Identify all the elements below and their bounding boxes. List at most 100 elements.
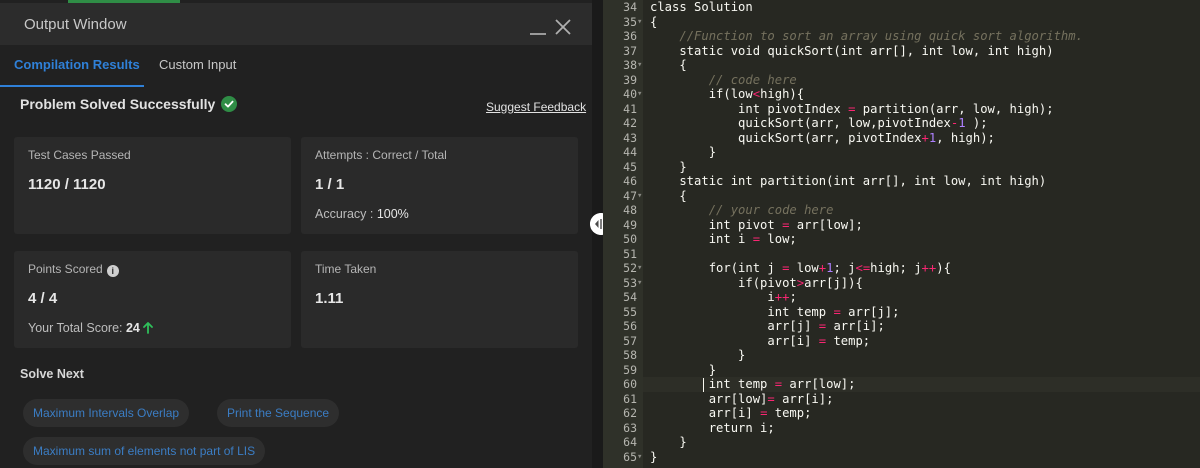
code-line[interactable]: arr[i] = temp;	[650, 406, 812, 421]
status-heading: Problem Solved Successfully	[20, 96, 238, 112]
output-window-header: Output Window	[0, 3, 592, 45]
code-line[interactable]: i++;	[650, 290, 796, 305]
fold-arrow-icon[interactable]: ▾	[637, 189, 642, 204]
fold-arrow-icon[interactable]: ▾	[637, 15, 642, 30]
fold-arrow-icon[interactable]: ▾	[637, 58, 642, 73]
code-line[interactable]: {	[650, 15, 657, 30]
line-number: 62	[623, 406, 637, 420]
tab-custom-input[interactable]: Custom Input	[159, 57, 236, 72]
code-line[interactable]: arr[low]= arr[i];	[650, 392, 834, 407]
code-line[interactable]: return i;	[650, 421, 775, 436]
code-line[interactable]: }	[650, 450, 657, 465]
line-number: 41	[623, 101, 637, 116]
line-number: 50	[623, 232, 637, 246]
test-cases-label: Test Cases Passed	[28, 148, 131, 162]
code-line[interactable]: {	[650, 189, 686, 204]
attempts-value: 1 / 1	[315, 176, 345, 193]
code-editor[interactable]: 34 35 ▾ 36 37 38 ▾ 39 40 ▾ 41 42 43 44 45 46 47 ▾ 48 49 50 51…	[603, 0, 1200, 468]
line-number: 46	[623, 174, 637, 188]
line-number: 39	[623, 72, 637, 87]
code-line[interactable]: }	[650, 145, 716, 160]
points-label-wrap: Points Scored i	[28, 262, 119, 277]
code-line[interactable]: // your code here	[650, 203, 834, 218]
code-line[interactable]: //Function to sort an array using quick …	[650, 29, 1083, 44]
line-number: 35	[623, 14, 637, 29]
line-number: 65	[623, 449, 637, 464]
output-window: Output Window Compilation Results Custom…	[0, 0, 592, 468]
line-number: 49	[623, 217, 637, 232]
attempts-label: Attempts : Correct / Total	[315, 148, 447, 162]
solve-next-heading: Solve Next	[20, 367, 84, 381]
code-line[interactable]: if(pivot>arr[j]){	[650, 276, 863, 291]
code-line[interactable]: }	[650, 435, 686, 450]
total-score-text: Your Total Score: 24	[28, 321, 153, 335]
line-number: 43	[623, 130, 637, 145]
active-tab-underline	[0, 85, 144, 87]
result-tabs: Compilation Results Custom Input	[0, 45, 592, 87]
test-cases-card: Test Cases Passed 1120 / 1120	[14, 137, 291, 234]
fold-arrow-icon[interactable]: ▾	[637, 450, 642, 465]
minimize-icon[interactable]	[530, 33, 546, 35]
status-text: Problem Solved Successfully	[20, 96, 216, 112]
fold-arrow-icon[interactable]: ▾	[637, 261, 642, 276]
line-number: 58	[623, 348, 637, 362]
line-number: 51	[623, 246, 637, 261]
code-line[interactable]: int pivotIndex = partition(arr, low, hig…	[650, 102, 1054, 117]
tab-compilation-results[interactable]: Compilation Results	[14, 57, 140, 72]
code-line[interactable]: int pivot = arr[low];	[650, 218, 863, 233]
close-icon[interactable]	[553, 17, 573, 37]
code-line[interactable]: static void quickSort(int arr[], int low…	[650, 44, 1053, 59]
code-line[interactable]: if(low<high){	[650, 87, 804, 102]
code-line[interactable]: }	[650, 160, 686, 175]
line-number: 63	[623, 420, 637, 435]
accuracy-label: Accuracy :	[315, 207, 377, 221]
line-number: 37	[623, 43, 637, 58]
points-value: 4 / 4	[28, 290, 58, 307]
line-number-gutter: 34 35 ▾ 36 37 38 ▾ 39 40 ▾ 41 42 43 44 45 46 47 ▾ 48 49 50 51…	[603, 0, 643, 468]
line-number: 60	[623, 377, 637, 391]
accuracy-value: 100%	[376, 207, 409, 221]
code-line[interactable]: class Solution	[650, 0, 753, 15]
output-window-title: Output Window	[24, 16, 127, 33]
line-number: 55	[623, 304, 637, 319]
total-score-value: 24	[125, 321, 140, 335]
code-line[interactable]: int i = low;	[650, 232, 797, 247]
fold-arrow-icon[interactable]: ▾	[637, 87, 642, 102]
line-number: 42	[623, 116, 637, 130]
solve-next-item[interactable]: Maximum sum of elements not part of LIS	[23, 437, 266, 465]
line-number: 44	[623, 145, 637, 159]
points-label: Points Scored	[28, 262, 103, 276]
time-label: Time Taken	[315, 262, 377, 276]
code-line[interactable]: for(int j = low+1; j<=high; j++){	[650, 261, 951, 276]
code-line[interactable]: arr[i] = temp;	[650, 334, 870, 349]
check-circle-icon	[221, 96, 238, 112]
arrow-up-icon	[142, 322, 153, 334]
code-line[interactable]: // code here	[650, 73, 797, 88]
info-icon[interactable]: i	[106, 265, 119, 277]
code-line[interactable]: {	[650, 58, 686, 73]
points-card: Points Scored i 4 / 4 Your Total Score: 2…	[14, 251, 291, 348]
code-line[interactable]: int temp = arr[low];	[650, 377, 856, 392]
code-line[interactable]: quickSort(arr, pivotIndex+1, high);	[650, 131, 995, 146]
line-number: 47	[623, 188, 637, 203]
line-number: 38	[623, 58, 637, 72]
suggest-feedback-link[interactable]: Suggest Feedback	[486, 100, 586, 114]
code-line[interactable]: }	[650, 363, 716, 378]
line-number: 52	[623, 261, 637, 275]
line-number: 34	[623, 0, 637, 14]
accuracy-text: Accuracy : 100%	[315, 207, 409, 221]
code-line[interactable]: arr[j] = arr[i];	[650, 319, 884, 334]
fold-arrow-icon[interactable]: ▾	[637, 276, 642, 291]
code-line[interactable]: int temp = arr[j];	[650, 305, 899, 320]
text-cursor	[703, 377, 704, 392]
line-number: 64	[623, 435, 637, 449]
code-line[interactable]: }	[650, 348, 745, 363]
code-line[interactable]: quickSort(arr, low,pivotIndex-1 );	[650, 116, 988, 131]
line-number: 59	[623, 362, 637, 377]
line-number: 48	[623, 203, 637, 217]
solve-next-item[interactable]: Print the Sequence	[217, 399, 340, 427]
total-score-label: Your Total Score:	[28, 321, 126, 335]
line-number: 61	[623, 391, 637, 406]
code-line[interactable]: static int partition(int arr[], int low,…	[650, 174, 1046, 189]
solve-next-item[interactable]: Maximum Intervals Overlap	[23, 399, 190, 427]
